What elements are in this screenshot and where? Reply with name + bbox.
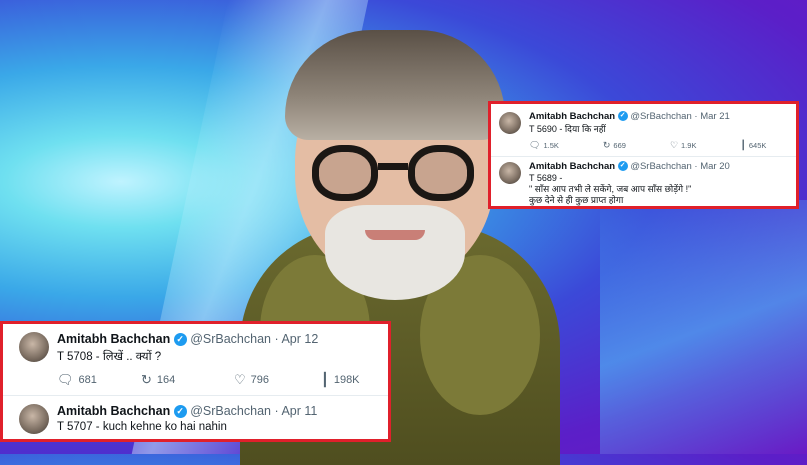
like-icon: ♡	[669, 140, 679, 150]
tweet-card-bottom-left: Amitabh Bachchan ✓ @SrBachchan · Apr 12 …	[0, 321, 391, 442]
repost-button[interactable]: ↻ 669	[603, 140, 626, 151]
like-count: 796	[250, 374, 270, 386]
repost-count: 669	[613, 141, 626, 150]
tweet-date[interactable]: Apr 12	[281, 332, 318, 346]
like-button[interactable]: ♡ 796	[234, 372, 321, 388]
author-name[interactable]: Amitabh Bachchan	[57, 332, 170, 346]
author-name[interactable]: Amitabh Bachchan	[57, 404, 170, 418]
tweet-text: T 5708 - लिखें .. क्यों ?	[57, 351, 162, 363]
separator: ·	[694, 111, 698, 122]
separator: ·	[274, 332, 279, 346]
tweet-header: Amitabh Bachchan ✓ @SrBachchan · Apr 11	[57, 404, 317, 419]
views-icon: ┃	[740, 140, 746, 150]
reply-icon: 🗨︎	[57, 372, 74, 387]
author-handle[interactable]: @SrBachchan	[190, 404, 271, 418]
author-handle[interactable]: @SrBachchan	[190, 332, 271, 346]
tweet-text: T 5707 - kuch kehne ko hai nahin	[57, 421, 227, 433]
tweet[interactable]: Amitabh Bachchan ✓ @SrBachchan · Mar 21 …	[491, 104, 796, 156]
glasses-bridge	[378, 163, 408, 170]
repost-count: 164	[156, 374, 176, 386]
views-button[interactable]: ┃ 198K	[321, 372, 360, 388]
background-glow	[600, 200, 807, 454]
verified-icon: ✓	[173, 405, 187, 419]
tweet-text-line: कुछ देने से ही कुछ प्राप्त होगा	[529, 195, 624, 205]
reply-icon: 🗨︎	[529, 140, 541, 150]
tweet-card-top-right: Amitabh Bachchan ✓ @SrBachchan · Mar 21 …	[488, 101, 799, 209]
reply-button[interactable]: 🗨︎ 1.5K	[529, 140, 559, 151]
author-name[interactable]: Amitabh Bachchan	[529, 111, 615, 122]
views-button[interactable]: ┃ 645K	[740, 140, 766, 151]
repost-icon: ↻	[602, 140, 611, 150]
author-handle[interactable]: @SrBachchan	[630, 161, 691, 172]
lens-left	[312, 145, 378, 201]
like-icon: ♡	[234, 372, 246, 387]
lens-right	[408, 145, 474, 201]
tweet[interactable]: Amitabh Bachchan ✓ @SrBachchan · Mar 20 …	[491, 156, 796, 209]
views-count: 645K	[748, 141, 767, 150]
repost-button[interactable]: ↻ 164	[141, 372, 234, 388]
tweet[interactable]: Amitabh Bachchan ✓ @SrBachchan · Apr 12 …	[3, 324, 388, 400]
separator: ·	[694, 161, 698, 172]
tweet-text: T 5689 - " साँस आप तभी ले सकेंगे, जब आप …	[529, 173, 691, 206]
reply-button[interactable]: 🗨︎ 681	[57, 372, 141, 388]
avatar[interactable]	[19, 404, 49, 434]
tweet-actions: 🗨︎ 681 ↻ 164 ♡ 796 ┃ 198K	[57, 372, 360, 388]
author-handle[interactable]: @SrBachchan	[630, 111, 691, 122]
tweet-text-line: T 5689 -	[529, 173, 563, 183]
repost-icon: ↻	[141, 372, 152, 387]
reply-count: 681	[78, 374, 97, 386]
views-count: 198K	[333, 374, 360, 386]
tweet-date[interactable]: Mar 20	[700, 161, 730, 172]
mouth	[365, 230, 425, 240]
views-icon: ┃	[321, 372, 329, 387]
author-name[interactable]: Amitabh Bachchan	[529, 161, 615, 172]
beard	[325, 205, 465, 300]
reply-count: 1.5K	[543, 141, 559, 150]
avatar[interactable]	[499, 162, 521, 184]
like-button[interactable]: ♡ 1.9K	[670, 140, 697, 151]
tweet-date[interactable]: Apr 11	[281, 404, 317, 418]
tweet-header: Amitabh Bachchan ✓ @SrBachchan · Apr 12	[57, 332, 318, 347]
glasses	[312, 145, 482, 201]
tweet-text-line: " साँस आप तभी ले सकेंगे, जब आप साँस छोड़…	[529, 184, 692, 194]
verified-icon: ✓	[173, 333, 187, 347]
tweet[interactable]: Amitabh Bachchan ✓ @SrBachchan · Apr 11 …	[3, 400, 388, 442]
tweet-header: Amitabh Bachchan ✓ @SrBachchan · Mar 21	[529, 111, 730, 122]
tweet-date[interactable]: Mar 21	[700, 111, 730, 122]
tweet-header: Amitabh Bachchan ✓ @SrBachchan · Mar 20	[529, 161, 730, 172]
hair	[285, 30, 505, 140]
avatar[interactable]	[19, 332, 49, 362]
divider	[3, 395, 388, 396]
verified-icon: ✓	[617, 111, 628, 122]
verified-icon: ✓	[617, 161, 628, 172]
avatar[interactable]	[499, 112, 521, 134]
like-count: 1.9K	[681, 141, 697, 150]
separator: ·	[274, 404, 279, 418]
tweet-actions: 🗨︎ 1.5K ↻ 669 ♡ 1.9K ┃ 645K	[529, 140, 807, 151]
tweet-text: T 5690 - दिया कि नहीं	[529, 124, 606, 134]
